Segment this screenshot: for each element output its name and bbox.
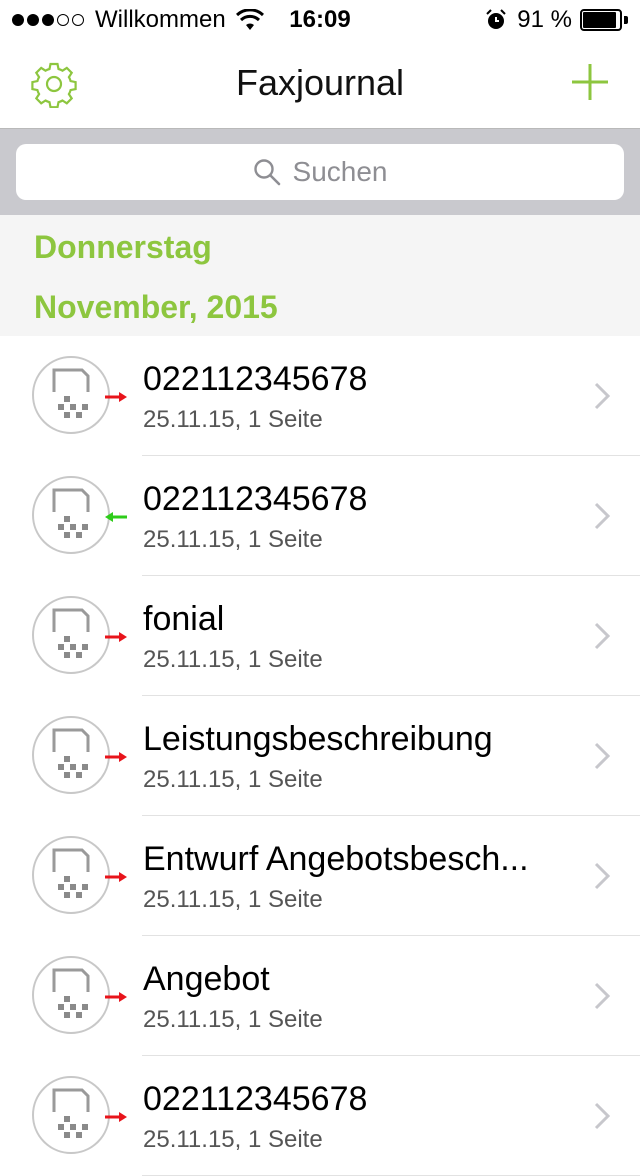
fax-subtitle: 25.11.15, 1 Seite [143, 1006, 323, 1033]
section-month: November, 2015 [34, 289, 278, 325]
fax-document-icon [52, 1088, 90, 1138]
fax-document-icon [52, 728, 90, 778]
fax-title: 022112345678 [143, 360, 368, 398]
fax-document-icon [52, 368, 90, 418]
chevron-right-icon [594, 622, 610, 650]
status-right: 91 % [485, 6, 628, 34]
alarm-clock-icon [486, 9, 507, 29]
fax-subtitle: 25.11.15, 1 Seite [143, 886, 323, 913]
fax-document-icon [52, 848, 90, 898]
outgoing-arrow-icon [105, 392, 127, 402]
fax-title: Entwurf Angebotsbesch... [143, 840, 529, 878]
fax-title: Leistungsbeschreibung [143, 720, 493, 758]
chevron-right-icon [594, 742, 610, 770]
outgoing-arrow-icon [105, 632, 127, 642]
outgoing-arrow-icon [105, 992, 127, 1002]
fax-subtitle: 25.11.15, 1 Seite [143, 406, 323, 433]
fax-subtitle: 25.11.15, 1 Seite [143, 526, 323, 553]
fax-title: 022112345678 [143, 1080, 368, 1118]
outgoing-arrow-icon [105, 752, 127, 762]
fax-document-icon [52, 488, 90, 538]
fax-subtitle: 25.11.15, 1 Seite [143, 646, 323, 673]
status-bar: Willkommen 16:09 91 % [0, 0, 640, 40]
page-title: Faxjournal [235, 62, 405, 103]
fax-list-item[interactable]: fonial 25.11.15, 1 Seite [0, 576, 640, 696]
fax-title: Angebot [143, 960, 270, 998]
search-bar: Suchen [0, 129, 640, 215]
outgoing-arrow-icon [105, 1112, 127, 1122]
fax-list-item[interactable]: Angebot 25.11.15, 1 Seite [0, 936, 640, 1056]
chevron-right-icon [594, 382, 610, 410]
fax-document-icon [52, 608, 90, 658]
incoming-arrow-icon [105, 512, 127, 522]
section-day: Donnerstag [34, 229, 212, 265]
fax-list-item[interactable]: Entwurf Angebotsbesch... 25.11.15, 1 Sei… [0, 816, 640, 936]
fax-subtitle: 25.11.15, 1 Seite [143, 1126, 323, 1153]
fax-list-item[interactable]: 022112345678 25.11.15, 1 Seite [0, 1056, 640, 1176]
fax-document-icon [52, 968, 90, 1018]
chevron-right-icon [594, 1102, 610, 1130]
fax-list-item[interactable]: 022112345678 25.11.15, 1 Seite [0, 456, 640, 576]
fax-list-item[interactable]: Leistungsbeschreibung 25.11.15, 1 Seite [0, 696, 640, 816]
search-input[interactable]: Suchen [16, 144, 624, 200]
search-icon [253, 159, 280, 186]
battery-percent: 91 % [517, 6, 572, 33]
fax-list: 022112345678 25.11.15, 1 Seite 022112345… [0, 336, 640, 1176]
fax-title: 022112345678 [143, 480, 368, 518]
search-placeholder: Suchen [292, 156, 388, 187]
fax-subtitle: 25.11.15, 1 Seite [143, 766, 323, 793]
battery-icon [580, 9, 628, 31]
fax-list-item[interactable]: 022112345678 25.11.15, 1 Seite [0, 336, 640, 456]
chevron-right-icon [594, 862, 610, 890]
navigation-bar: Faxjournal [0, 40, 640, 129]
add-fax-icon[interactable] [570, 62, 610, 102]
outgoing-arrow-icon [105, 872, 127, 882]
chevron-right-icon [594, 982, 610, 1010]
chevron-right-icon [594, 502, 610, 530]
section-header: Donnerstag November, 2015 [0, 215, 640, 336]
fax-title: fonial [143, 600, 225, 638]
